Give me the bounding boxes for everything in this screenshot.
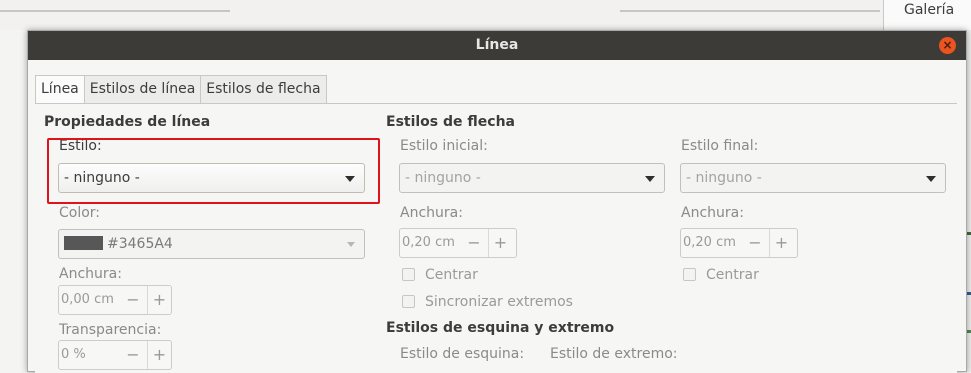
start-width-value: 0,20 cm bbox=[402, 235, 455, 250]
line-width-value: 0,00 cm bbox=[61, 292, 114, 307]
end-style-label: Estilo final: bbox=[681, 138, 759, 154]
line-width-spinner[interactable]: 0,00 cm − + bbox=[58, 285, 172, 315]
chevron-down-icon bbox=[926, 176, 936, 182]
line-color-dropdown[interactable]: #3465A4 bbox=[58, 229, 365, 259]
center-end-label: Centrar bbox=[706, 267, 759, 283]
tab-linea[interactable]: Línea bbox=[35, 75, 85, 105]
checkbox-box[interactable] bbox=[402, 268, 415, 281]
plus-icon[interactable]: + bbox=[769, 229, 793, 257]
transparency-spinner[interactable]: 0 % − + bbox=[58, 340, 172, 370]
end-style-value: - ninguno - bbox=[686, 170, 762, 186]
start-style-value: - ninguno - bbox=[405, 170, 481, 186]
gallery-tab[interactable]: Galería bbox=[883, 0, 971, 30]
end-style-dropdown[interactable]: - ninguno - bbox=[680, 163, 946, 193]
transparency-label: Transparencia: bbox=[59, 322, 162, 338]
sync-ends-checkbox[interactable]: Sincronizar extremos bbox=[402, 294, 573, 310]
center-end-checkbox[interactable]: Centrar bbox=[683, 267, 759, 283]
corner-style-label: Estilo de esquina: bbox=[400, 346, 525, 362]
checkbox-box[interactable] bbox=[402, 295, 415, 308]
dialog-title: Línea bbox=[475, 37, 519, 53]
checkbox-box[interactable] bbox=[683, 268, 696, 281]
end-width-label: Anchura: bbox=[681, 205, 744, 221]
background-divider bbox=[620, 10, 880, 12]
color-value: #3465A4 bbox=[107, 236, 173, 252]
minus-icon[interactable]: − bbox=[121, 341, 145, 369]
sync-ends-label: Sincronizar extremos bbox=[425, 294, 573, 310]
tab-bar: Línea Estilos de línea Estilos de flecha bbox=[35, 75, 327, 105]
minus-icon[interactable]: − bbox=[743, 229, 767, 257]
start-style-label: Estilo inicial: bbox=[400, 138, 488, 154]
dialog-titlebar[interactable]: Línea × bbox=[28, 31, 966, 60]
end-width-spinner[interactable]: 0,20 cm − + bbox=[680, 228, 798, 258]
center-start-checkbox[interactable]: Centrar bbox=[402, 267, 478, 283]
start-style-dropdown[interactable]: - ninguno - bbox=[399, 163, 665, 193]
start-width-spinner[interactable]: 0,20 cm − + bbox=[399, 228, 517, 258]
chevron-down-icon bbox=[645, 176, 655, 182]
end-width-value: 0,20 cm bbox=[683, 235, 736, 250]
transparency-value: 0 % bbox=[61, 347, 86, 362]
minus-icon[interactable]: − bbox=[462, 229, 486, 257]
width-label: Anchura: bbox=[59, 266, 122, 282]
color-label: Color: bbox=[59, 205, 101, 221]
cap-style-label: Estilo de extremo: bbox=[550, 346, 678, 362]
gallery-tab-label: Galería bbox=[904, 2, 955, 18]
tab-estilos-de-linea[interactable]: Estilos de línea bbox=[83, 75, 202, 104]
line-properties-heading: Propiedades de línea bbox=[44, 114, 211, 130]
arrow-styles-heading: Estilos de flecha bbox=[386, 114, 515, 130]
background-window-top bbox=[0, 0, 971, 30]
center-start-label: Centrar bbox=[425, 267, 478, 283]
color-swatch bbox=[64, 236, 103, 250]
plus-icon[interactable]: + bbox=[147, 341, 171, 369]
start-width-label: Anchura: bbox=[400, 205, 463, 221]
minus-icon[interactable]: − bbox=[121, 286, 145, 314]
corner-styles-heading: Estilos de esquina y extremo bbox=[386, 320, 615, 336]
chevron-down-icon bbox=[347, 242, 355, 247]
highlight-box bbox=[47, 138, 380, 204]
close-icon[interactable]: × bbox=[939, 37, 956, 54]
plus-icon[interactable]: + bbox=[147, 286, 171, 314]
tab-estilos-de-flecha[interactable]: Estilos de flecha bbox=[200, 75, 327, 104]
background-divider bbox=[0, 10, 230, 12]
plus-icon[interactable]: + bbox=[488, 229, 512, 257]
